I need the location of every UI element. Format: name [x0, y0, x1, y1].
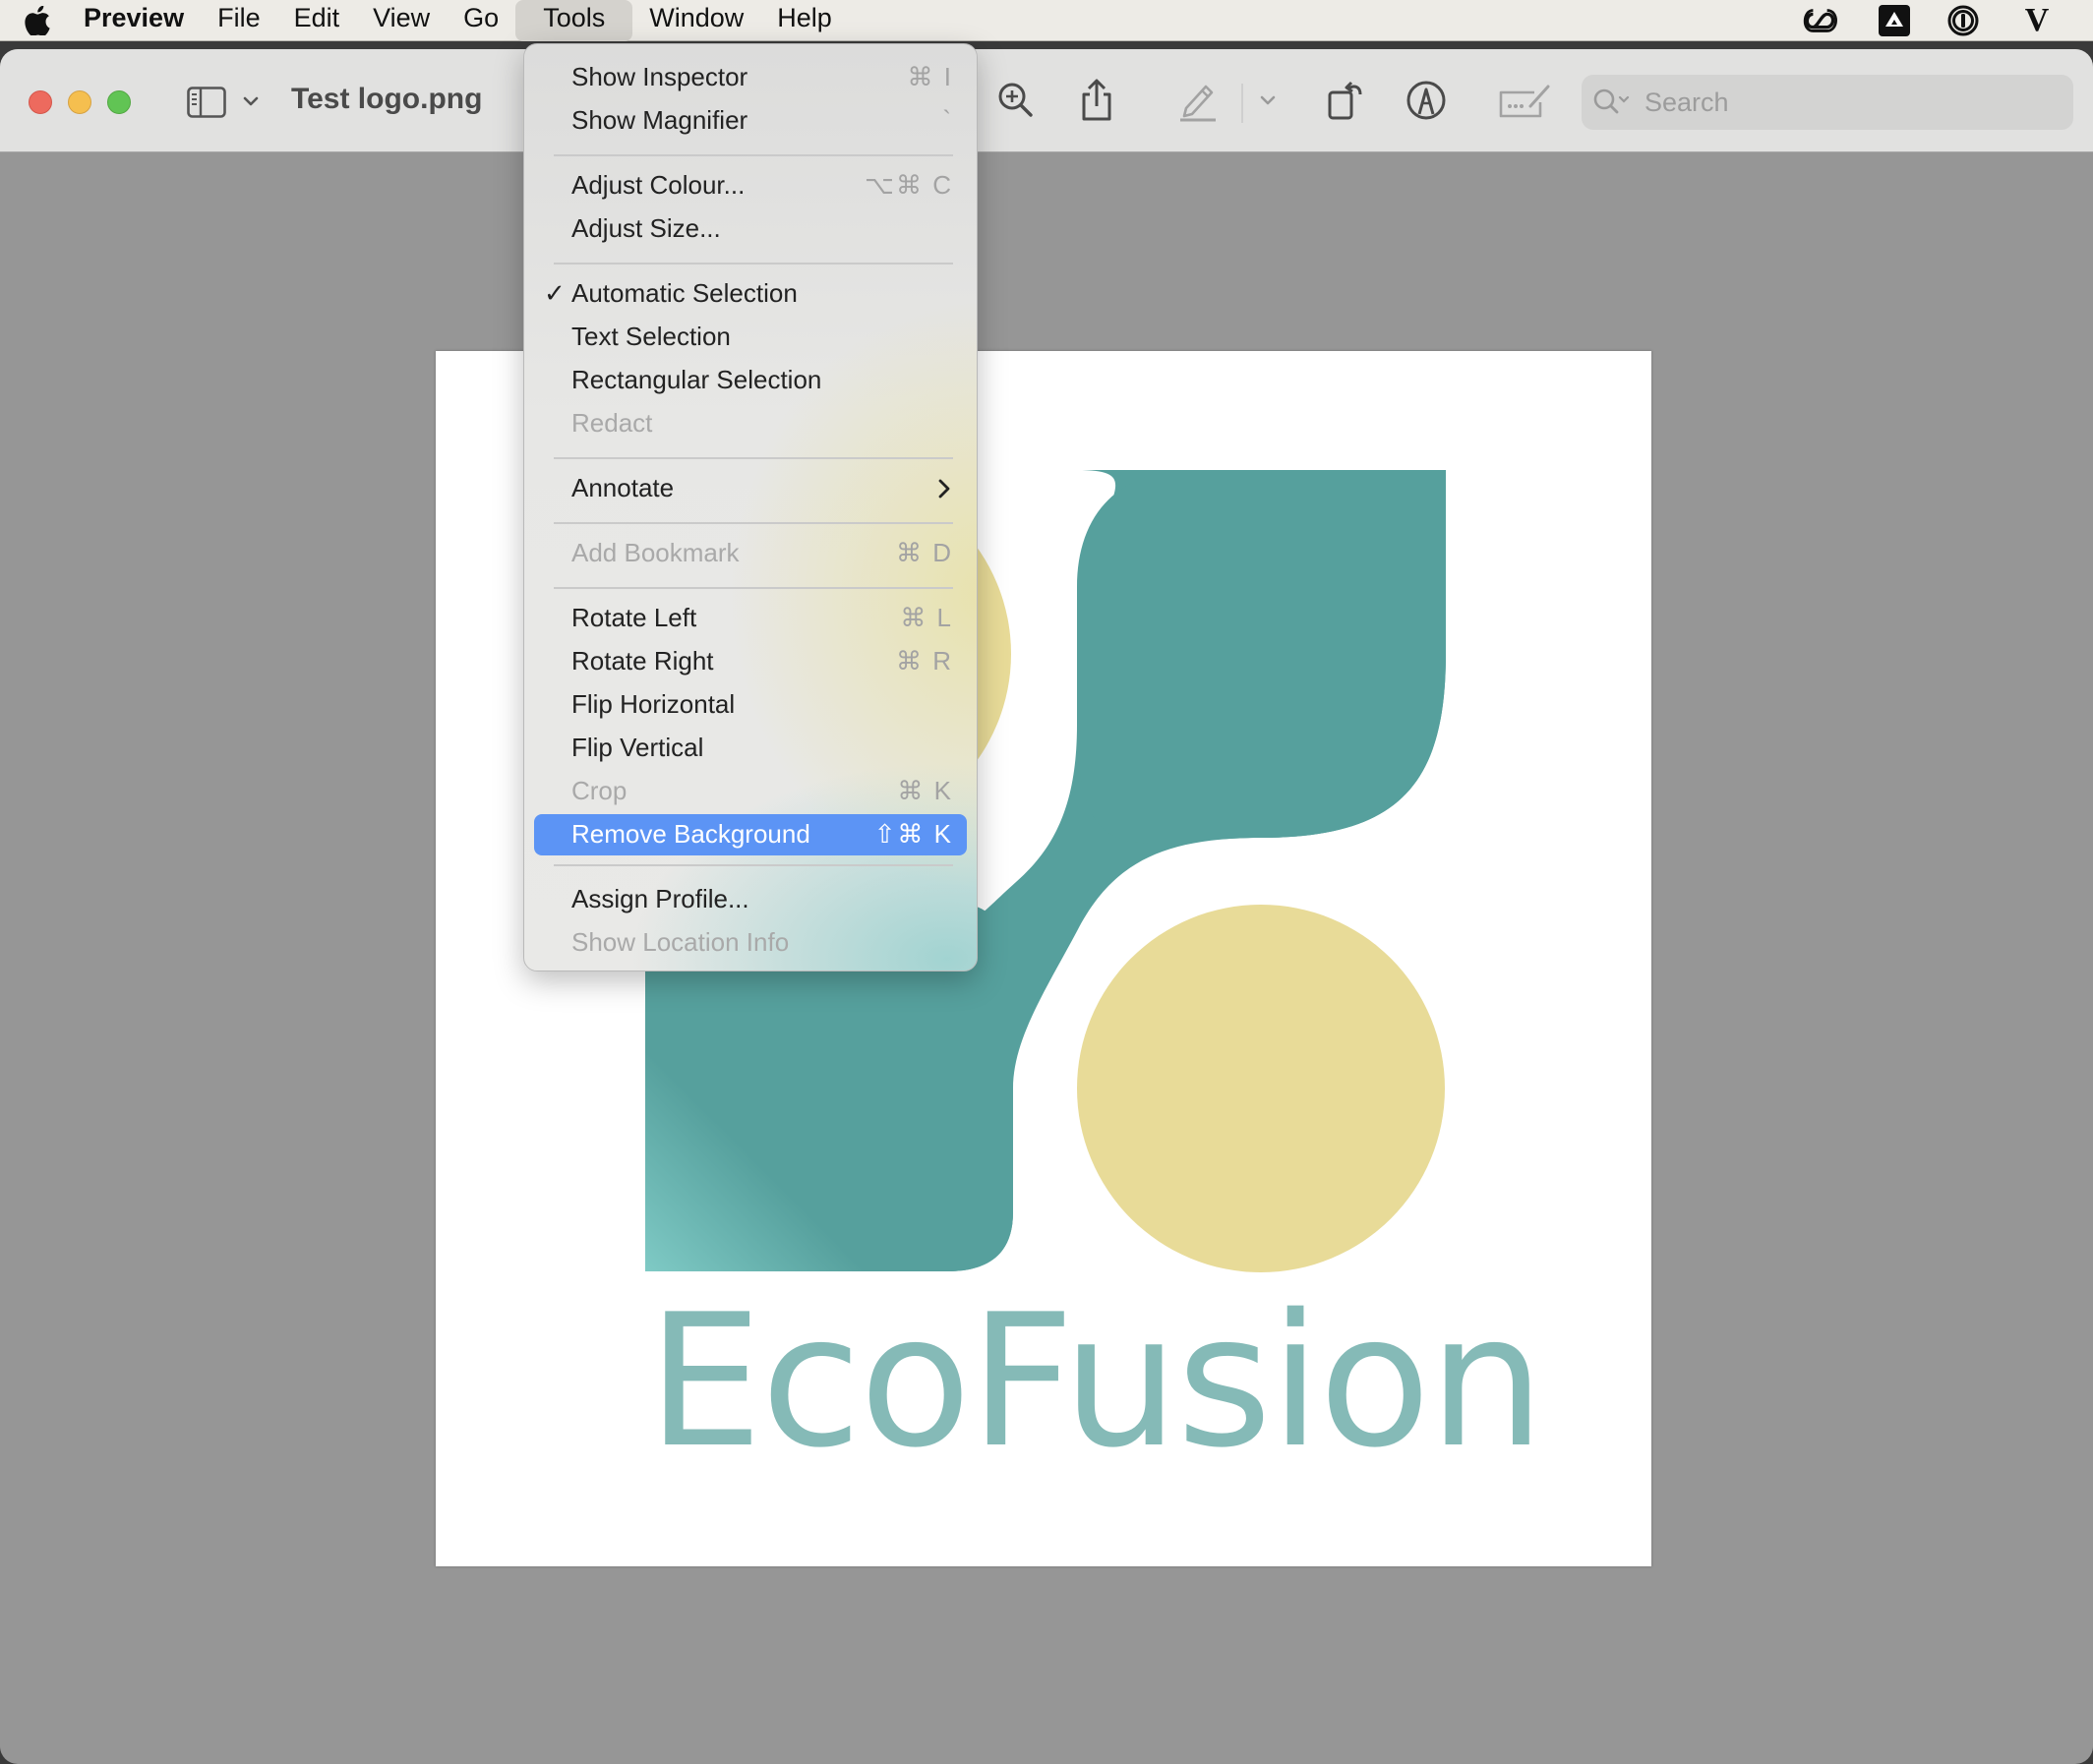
chevron-down-icon[interactable]: [240, 90, 262, 112]
menu-bar: Preview File Edit View Go Tools Window H…: [0, 0, 2093, 41]
menu-item-automatic-selection[interactable]: ✓ Automatic Selection: [534, 273, 967, 315]
zoom-window-button[interactable]: [107, 90, 131, 114]
rotate-icon[interactable]: [1322, 76, 1371, 125]
brand-name-text: EcoFusion: [647, 1274, 1545, 1488]
menu-item-redact: Redact: [571, 408, 653, 438]
menu-item-flip-vertical[interactable]: Flip Vertical: [534, 728, 967, 769]
window-toolbar: Test logo.png: [0, 49, 2093, 152]
shortcut-label: ⌥⌘ C: [865, 170, 953, 200]
menu-item-crop: Crop ⌘ K: [571, 776, 953, 805]
highlight-options-chevron-icon[interactable]: [1243, 76, 1292, 125]
menu-separator: [554, 864, 953, 866]
zoom-in-icon[interactable]: [991, 76, 1041, 125]
v-app-icon[interactable]: V: [2018, 2, 2056, 38]
apple-logo-icon: [25, 5, 50, 35]
1password-icon[interactable]: [1944, 4, 1982, 37]
apple-menu[interactable]: [8, 0, 67, 41]
menu-tools[interactable]: Tools: [515, 0, 633, 41]
close-window-button[interactable]: [29, 90, 52, 114]
highlight-pen-icon[interactable]: [1173, 76, 1223, 125]
google-drive-icon[interactable]: [1876, 4, 1913, 37]
menu-item-show-inspector[interactable]: Show Inspector ⌘ I: [534, 57, 967, 98]
menu-item-adjust-size[interactable]: Adjust Size...: [534, 208, 967, 250]
shortcut-label: ⌘ R: [896, 646, 953, 676]
search-field[interactable]: [1582, 75, 2073, 130]
menu-go[interactable]: Go: [447, 0, 515, 41]
share-icon[interactable]: [1072, 76, 1121, 125]
markup-icon[interactable]: [1402, 76, 1451, 125]
menu-app-preview[interactable]: Preview: [67, 0, 201, 41]
menu-window[interactable]: Window: [632, 0, 760, 41]
menu-item-remove-background[interactable]: Remove Background ⇧⌘ K: [534, 814, 967, 855]
creative-cloud-icon[interactable]: [1802, 4, 1839, 37]
menu-view[interactable]: View: [356, 0, 447, 41]
menu-item-annotate[interactable]: Annotate: [534, 468, 967, 509]
menu-item-assign-profile[interactable]: Assign Profile...: [534, 879, 967, 920]
minimize-window-button[interactable]: [68, 90, 91, 114]
preview-window: Test logo.png Search EcoFusion: [0, 49, 2093, 1764]
menu-item-adjust-colour[interactable]: Adjust Colour... ⌥⌘ C: [534, 165, 967, 206]
shortcut-label: ⌘ D: [896, 538, 953, 567]
chevron-right-icon: [938, 479, 950, 499]
menu-separator: [554, 587, 953, 589]
menu-item-show-location-info: Show Location Info: [571, 927, 790, 957]
logo-teal-shape-top: [1077, 470, 1446, 844]
menu-separator: [554, 263, 953, 265]
menu-file[interactable]: File: [201, 0, 277, 41]
menu-item-text-selection[interactable]: Text Selection: [534, 317, 967, 358]
menu-separator: [554, 522, 953, 524]
tools-dropdown-menu: Show Inspector ⌘ I Show Magnifier ` Adju…: [523, 43, 978, 971]
search-input[interactable]: [1643, 86, 2040, 119]
menu-item-show-magnifier[interactable]: Show Magnifier `: [534, 100, 967, 142]
menu-item-rotate-left[interactable]: Rotate Left ⌘ L: [534, 598, 967, 639]
menu-item-rotate-right[interactable]: Rotate Right ⌘ R: [534, 641, 967, 682]
search-icon: [1593, 88, 1630, 114]
shortcut-label: `: [942, 105, 953, 135]
logo-yellow-circle-right: [1077, 905, 1445, 1272]
shortcut-label: ⇧⌘ K: [873, 819, 953, 849]
form-fill-icon[interactable]: [1495, 76, 1554, 125]
document-title: Test logo.png: [291, 83, 483, 115]
sidebar-icon[interactable]: [187, 87, 226, 118]
menu-item-rectangular-selection[interactable]: Rectangular Selection: [534, 360, 967, 401]
shortcut-label: ⌘ I: [907, 62, 953, 91]
menu-item-add-bookmark: Add Bookmark ⌘ D: [571, 538, 953, 567]
shortcut-label: ⌘ L: [900, 603, 953, 632]
checkmark-icon: ✓: [544, 278, 566, 308]
menu-help[interactable]: Help: [760, 0, 849, 41]
menu-separator: [554, 154, 953, 156]
menu-edit[interactable]: Edit: [277, 0, 357, 41]
shortcut-label: ⌘ K: [897, 776, 953, 805]
menu-item-flip-horizontal[interactable]: Flip Horizontal: [534, 684, 967, 726]
menu-separator: [554, 457, 953, 459]
